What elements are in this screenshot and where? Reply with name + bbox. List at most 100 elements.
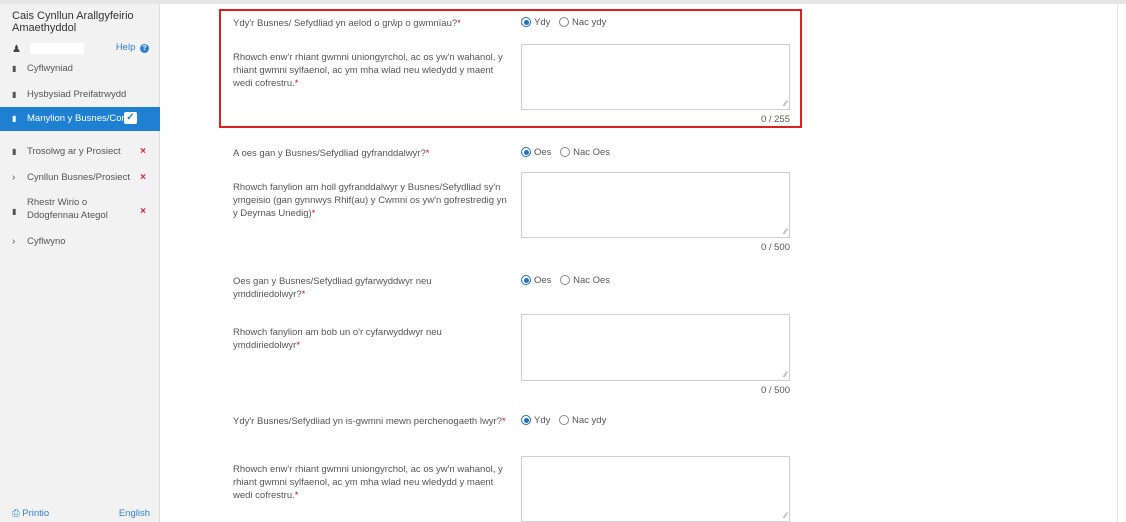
directors-textarea[interactable]: ∕∕ <box>521 314 790 381</box>
sidebar: Cais Cynllun Arallgyfeirio Amaethyddol ♟… <box>0 4 160 522</box>
parent-company-textarea[interactable]: ∕∕ <box>521 44 790 110</box>
required-marker: * <box>502 416 506 427</box>
question-label: A oes gan y Busnes/Sefydliad gyfranddalw… <box>233 148 426 159</box>
right-border <box>1117 0 1118 522</box>
sidebar-item-label: Hysbysiad Preifatrwydd <box>27 89 127 100</box>
sidebar-item-trosolwg-prosiect[interactable]: ▮ Trosolwg ar y Prosiect × <box>0 139 160 165</box>
required-marker: * <box>311 208 316 219</box>
sidebar-item-manylion-busnes[interactable]: ▮ Manylion y Busnes/Corff ✓ <box>0 107 160 131</box>
help-link[interactable]: Help ? <box>116 42 149 53</box>
document-icon: ▮ <box>12 90 17 99</box>
document-icon: ▮ <box>12 147 17 156</box>
help-label: Help <box>115 42 136 53</box>
question-label: Ydy'r Busnes/ Sefydliad yn aelod o grŵp … <box>233 18 458 29</box>
radio-option-label: Ydy <box>534 415 551 426</box>
application-title: Cais Cynllun Arallgyfeirio Amaethyddol <box>12 10 134 34</box>
radio-nac-oes[interactable]: Nac Oes <box>560 275 610 286</box>
resize-handle-icon[interactable]: ∕∕ <box>784 370 787 379</box>
question-parent-company: Rhowch enw'r rhiant gwmni uniongyrchol, … <box>233 51 508 90</box>
print-label: Printio <box>22 508 50 519</box>
sidebar-item-cyflwyno[interactable]: › Cyflwyno <box>0 232 160 254</box>
question-icon: ? <box>140 44 149 53</box>
radio-oes[interactable]: Oes <box>521 275 551 286</box>
printer-icon: ⎙ <box>12 508 20 519</box>
sidebar-item-cynllun-busnes[interactable]: › Cynllun Busnes/Prosiect × <box>0 165 160 191</box>
error-x-icon: × <box>140 172 146 183</box>
resize-handle-icon[interactable]: ∕∕ <box>784 99 787 108</box>
sidebar-item-label: Cynllun Busnes/Prosiect <box>27 172 130 183</box>
sidebar-footer: ⎙ Printio English <box>0 506 160 522</box>
sidebar-item-label: Rhestr Wirio o Ddogfennau Ategol <box>27 197 108 221</box>
resize-handle-icon[interactable]: ∕∕ <box>784 227 787 236</box>
sidebar-item-label: Cyflwyno <box>27 236 66 247</box>
radio-group-q4: Ydy Nac ydy <box>521 415 612 426</box>
question-directors: Oes gan y Busnes/Sefydliad gyfarwyddwyr … <box>233 275 473 301</box>
radio-oes[interactable]: Oes <box>521 147 551 158</box>
question-label: Rhowch enw'r rhiant gwmni uniongyrchol, … <box>233 464 503 501</box>
document-icon: ▮ <box>12 64 17 73</box>
required-marker: * <box>296 340 301 351</box>
chevron-right-icon: › <box>12 172 16 183</box>
radio-selected-icon <box>521 415 531 425</box>
radio-unselected-icon <box>560 275 571 285</box>
radio-option-label: Oes <box>534 275 552 286</box>
character-counter: 0 / 500 <box>760 242 790 253</box>
print-link[interactable]: ⎙ Printio <box>12 508 49 519</box>
sidebar-item-label: Trosolwg ar y Prosiect <box>27 146 121 157</box>
parent-company-textarea-2[interactable]: ∕∕ <box>521 456 790 522</box>
required-marker: * <box>294 78 299 89</box>
question-label: Rhowch fanylion am holl gyfranddalwyr y … <box>233 182 507 219</box>
question-director-details: Rhowch fanylion am bob un o'r cyfarwyddw… <box>233 326 473 352</box>
question-shareholders: A oes gan y Busnes/Sefydliad gyfranddalw… <box>233 147 508 160</box>
radio-option-label: Nac Oes <box>573 147 611 158</box>
question-label: Oes gan y Busnes/Sefydliad gyfarwyddwyr … <box>233 276 432 300</box>
radio-selected-icon <box>521 17 531 27</box>
top-border <box>0 0 1126 4</box>
error-x-icon: × <box>140 206 146 217</box>
radio-group-q1: Ydy Nac ydy <box>521 17 612 28</box>
radio-ydy[interactable]: Ydy <box>521 415 550 426</box>
language-toggle-link[interactable]: English <box>119 508 150 519</box>
question-parent-company-2: Rhowch enw'r rhiant gwmni uniongyrchol, … <box>233 463 508 502</box>
radio-group-q3: Oes Nac Oes <box>521 275 616 286</box>
error-x-icon: × <box>140 146 146 157</box>
radio-option-label: Ydy <box>534 17 551 28</box>
radio-option-label: Nac Oes <box>573 275 611 286</box>
question-label: Rhowch fanylion am bob un o'r cyfarwyddw… <box>233 327 442 351</box>
check-icon: ✓ <box>124 112 137 124</box>
sidebar-item-label: Manylion y Busnes/Corff <box>27 113 130 124</box>
radio-unselected-icon <box>559 415 570 425</box>
sidebar-item-cyflwyniad[interactable]: ▮ Cyflwyniad <box>0 55 160 81</box>
radio-selected-icon <box>521 147 531 157</box>
radio-option-label: Nac ydy <box>572 415 607 426</box>
radio-nac-ydy[interactable]: Nac ydy <box>559 415 606 426</box>
user-account[interactable]: ♟ <box>12 43 84 55</box>
question-label: Rhowch enw'r rhiant gwmni uniongyrchol, … <box>233 52 503 89</box>
required-marker: * <box>457 18 461 29</box>
radio-selected-icon <box>521 275 531 285</box>
sidebar-item-rhestr-wirio[interactable]: ▮ Rhestr Wirio o Ddogfennau Ategol × <box>0 192 160 232</box>
required-marker: * <box>425 148 430 159</box>
user-icon: ♟ <box>12 44 21 55</box>
shareholders-textarea[interactable]: ∕∕ <box>521 172 790 238</box>
sidebar-item-label: Cyflwyniad <box>27 63 73 74</box>
character-counter: 0 / 500 <box>760 385 790 396</box>
radio-group-q2: Oes Nac Oes <box>521 147 616 158</box>
radio-ydy[interactable]: Ydy <box>521 17 550 28</box>
question-subsidiary: Ydy'r Busnes/Sefydliad yn is-gwmni mewn … <box>233 415 513 428</box>
question-label: Ydy'r Busnes/Sefydliad yn is-gwmni mewn … <box>233 416 502 427</box>
radio-option-label: Oes <box>534 147 552 158</box>
radio-nac-ydy[interactable]: Nac ydy <box>559 17 606 28</box>
question-shareholder-details: Rhowch fanylion am holl gyfranddalwyr y … <box>233 181 513 220</box>
document-icon: ▮ <box>12 207 17 216</box>
required-marker: * <box>301 289 306 300</box>
radio-unselected-icon <box>560 147 571 157</box>
radio-option-label: Nac ydy <box>572 17 607 28</box>
character-counter: 0 / 255 <box>760 114 790 125</box>
question-group-member: Ydy'r Busnes/ Sefydliad yn aelod o grŵp … <box>233 17 508 30</box>
sidebar-item-hysbysiad-preifatrwydd[interactable]: ▮ Hysbysiad Preifatrwydd <box>0 81 160 107</box>
resize-handle-icon[interactable]: ∕∕ <box>784 511 787 520</box>
chevron-right-icon: › <box>12 236 16 247</box>
radio-nac-oes[interactable]: Nac Oes <box>560 147 610 158</box>
radio-unselected-icon <box>559 17 570 27</box>
